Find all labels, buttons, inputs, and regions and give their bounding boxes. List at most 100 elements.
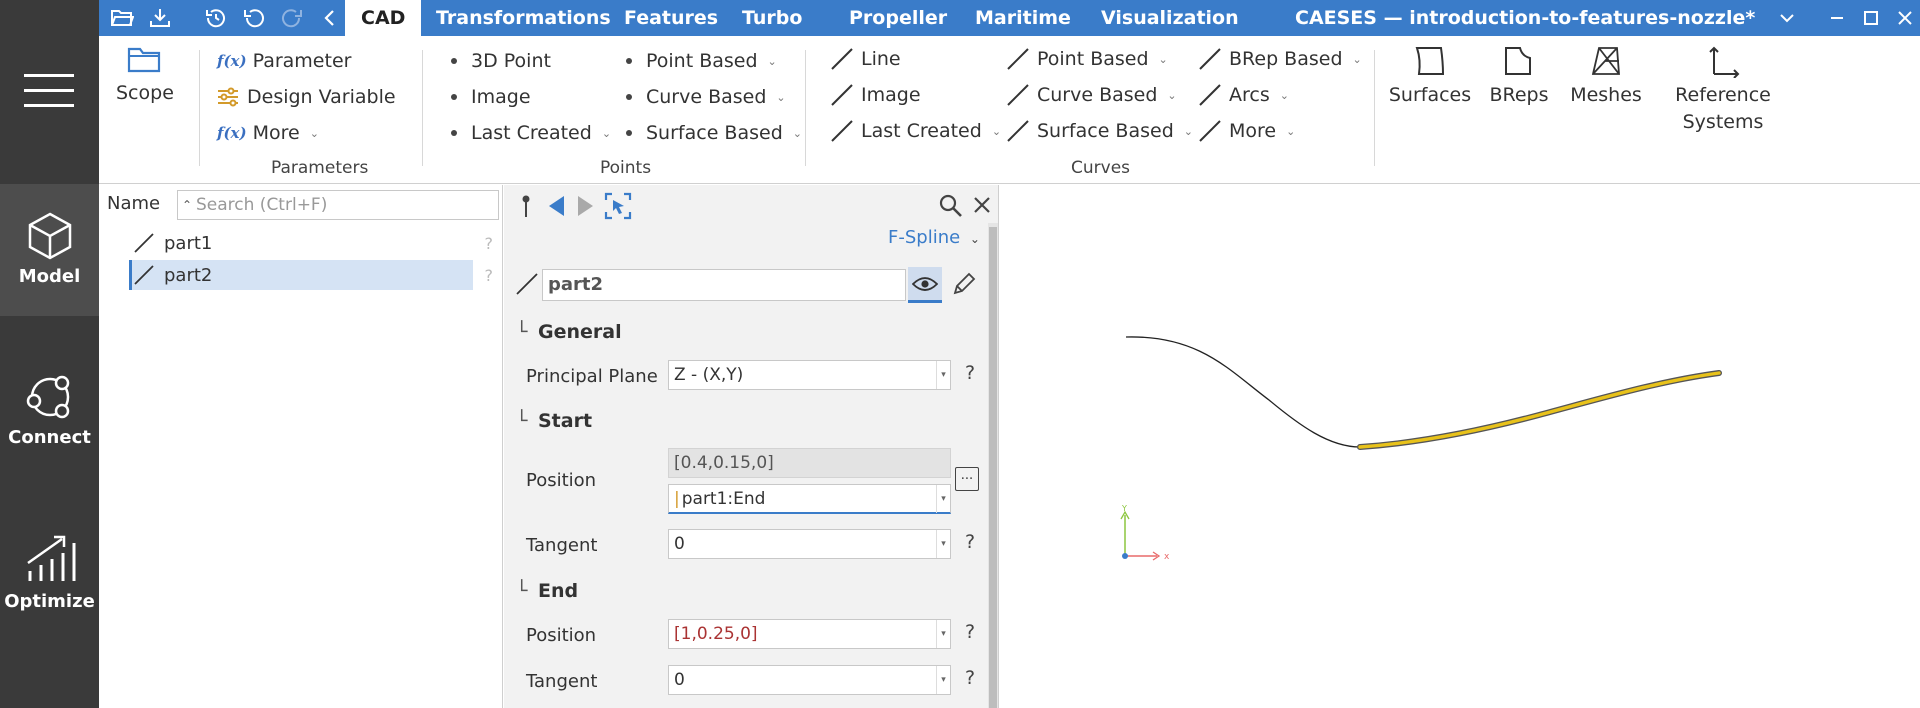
viewport-canvas[interactable]: Y x	[999, 185, 1920, 708]
forward-arrow-icon[interactable]	[576, 194, 596, 218]
help-icon[interactable]: ?	[965, 362, 975, 384]
search-input[interactable]: ⌃ Search (Ctrl+F)	[177, 190, 499, 220]
tree-row-part2[interactable]: part2 ?	[129, 260, 493, 290]
mesh-icon	[1591, 47, 1620, 75]
window-title: CAESES — introduction-to-features-nozzle…	[1295, 7, 1756, 29]
dropdown-arrow-icon[interactable]: ▾	[936, 361, 950, 389]
help-icon[interactable]: ?	[965, 667, 975, 689]
undo-icon[interactable]	[241, 5, 267, 31]
help-icon[interactable]: ?	[485, 234, 494, 253]
principal-plane-value: Z - (X,Y)	[674, 365, 744, 385]
hamburger-menu-icon[interactable]	[24, 74, 74, 108]
help-icon[interactable]: ?	[485, 266, 494, 285]
dropdown-arrow-icon[interactable]: ▾	[936, 485, 950, 513]
curve-point-based-button[interactable]: Point Based ⌄	[1005, 46, 1168, 72]
function-icon: f(x)	[217, 124, 247, 142]
surfaces-button[interactable]: Surfaces	[1383, 44, 1477, 109]
section-general[interactable]: └ General	[516, 321, 622, 343]
start-tangent-input[interactable]: 0 ▾	[668, 529, 951, 559]
tab-turbo[interactable]: Turbo	[726, 0, 818, 36]
save-download-icon[interactable]	[147, 5, 173, 31]
end-position-input[interactable]: [1,0.25,0] ▾	[668, 619, 951, 649]
principal-plane-label: Principal Plane	[526, 366, 658, 387]
help-icon[interactable]: ?	[965, 621, 975, 643]
edit-pencil-icon[interactable]	[951, 271, 977, 297]
curve-curve-based-button[interactable]: Curve Based ⌄	[1005, 82, 1177, 108]
sidebar-item-model[interactable]: Model	[0, 184, 99, 316]
search-placeholder: Search (Ctrl+F)	[196, 195, 328, 215]
sidebar-item-connect[interactable]: Connect	[0, 345, 99, 477]
connect-icon	[26, 375, 69, 419]
start-tangent-value: 0	[674, 534, 685, 554]
section-end[interactable]: └ End	[516, 580, 578, 602]
start-position-input[interactable]: | part1:End ▾	[668, 484, 951, 514]
curve-image-button[interactable]: Image	[829, 82, 921, 108]
close-icon[interactable]	[973, 196, 991, 214]
parameter-label: Parameter	[252, 50, 352, 72]
point-based-button[interactable]: Point Based ⌄	[626, 50, 777, 72]
redo-icon[interactable]	[279, 5, 305, 31]
chevron-down-icon: ⌄	[1286, 124, 1296, 138]
curve-icon	[134, 265, 154, 285]
tree-row-part1[interactable]: part1 ?	[129, 228, 493, 258]
dropdown-arrow-icon[interactable]: ▾	[936, 666, 950, 694]
point-image-button[interactable]: Image	[451, 86, 531, 108]
section-start[interactable]: └ Start	[516, 410, 592, 432]
help-icon[interactable]: ?	[965, 531, 975, 553]
principal-plane-select[interactable]: Z - (X,Y) ▾	[668, 360, 951, 390]
3d-viewport[interactable]: Y x	[998, 185, 1920, 708]
collapse-icon: └	[516, 321, 528, 343]
breps-button[interactable]: BReps	[1483, 44, 1555, 109]
tab-maritime[interactable]: Maritime	[959, 0, 1087, 36]
dropdown-arrow-icon[interactable]: ▾	[936, 530, 950, 558]
curve-last-created-button[interactable]: Last Created ⌄	[829, 118, 1001, 144]
point-surface-based-button[interactable]: Surface Based ⌄	[626, 122, 802, 144]
sidebar-item-optimize[interactable]: Optimize	[0, 505, 99, 637]
dropdown-arrow-icon[interactable]: ▾	[936, 620, 950, 648]
tab-cad[interactable]: CAD	[345, 0, 422, 36]
meshes-button[interactable]: Meshes	[1564, 44, 1648, 109]
more-curves-button[interactable]: More ⌄	[1197, 118, 1295, 144]
object-name-input[interactable]: part2	[542, 269, 906, 301]
tab-visualization[interactable]: Visualization	[1085, 0, 1255, 36]
brep-based-button[interactable]: BRep Based ⌄	[1197, 46, 1362, 72]
function-icon: f(x)	[217, 52, 247, 70]
curve-surface-based-button[interactable]: Surface Based ⌄	[1005, 118, 1193, 144]
tab-features[interactable]: Features	[608, 0, 734, 36]
tab-transformations[interactable]: Transformations	[420, 0, 627, 36]
point-last-created-label: Last Created	[471, 122, 592, 144]
more-label: More	[252, 122, 300, 144]
arcs-button[interactable]: Arcs ⌄	[1197, 82, 1289, 108]
more-parameters-button[interactable]: f(x) More ⌄	[217, 122, 319, 144]
point-3d-button[interactable]: 3D Point	[451, 50, 551, 72]
scrollbar-thumb[interactable]	[989, 227, 997, 708]
scope-button[interactable]: Scope	[116, 44, 174, 107]
reference-systems-button[interactable]: Reference Systems	[1659, 44, 1787, 136]
line-button[interactable]: Line	[829, 46, 901, 72]
close-icon[interactable]	[1885, 0, 1920, 36]
open-folder-icon[interactable]	[109, 5, 135, 31]
properties-panel: F-Spline ⌄ part2 └ General Principal Plan…	[504, 185, 998, 708]
properties-scrollbar[interactable]	[988, 223, 998, 708]
back-arrow-icon[interactable]	[546, 194, 566, 218]
select-cursor-icon[interactable]	[604, 192, 632, 220]
pin-icon[interactable]	[518, 193, 534, 219]
curve-image-label: Image	[861, 84, 921, 106]
sidebar-item-label: Model	[18, 266, 81, 287]
visibility-toggle[interactable]	[908, 267, 942, 303]
parameter-button[interactable]: f(x) Parameter	[217, 50, 351, 72]
end-tangent-input[interactable]: 0 ▾	[668, 665, 951, 695]
chevron-down-icon[interactable]	[1767, 0, 1807, 36]
ellipsis-button[interactable]: ...	[955, 467, 979, 491]
curve-part1[interactable]	[1125, 336, 1361, 448]
design-variable-button[interactable]: Design Variable	[217, 86, 396, 108]
search-icon[interactable]	[938, 193, 964, 219]
tab-propeller[interactable]: Propeller	[833, 0, 963, 36]
type-selector[interactable]: F-Spline ⌄	[888, 227, 980, 248]
collapse-ribbon-icon[interactable]	[317, 5, 343, 31]
point-curve-based-button[interactable]: Curve Based ⌄	[626, 86, 786, 108]
curve-curve-based-label: Curve Based	[1037, 84, 1158, 106]
history-icon[interactable]	[203, 5, 229, 31]
chevron-up-icon[interactable]: ⌃	[178, 198, 196, 212]
point-last-created-button[interactable]: Last Created ⌄	[451, 122, 611, 144]
